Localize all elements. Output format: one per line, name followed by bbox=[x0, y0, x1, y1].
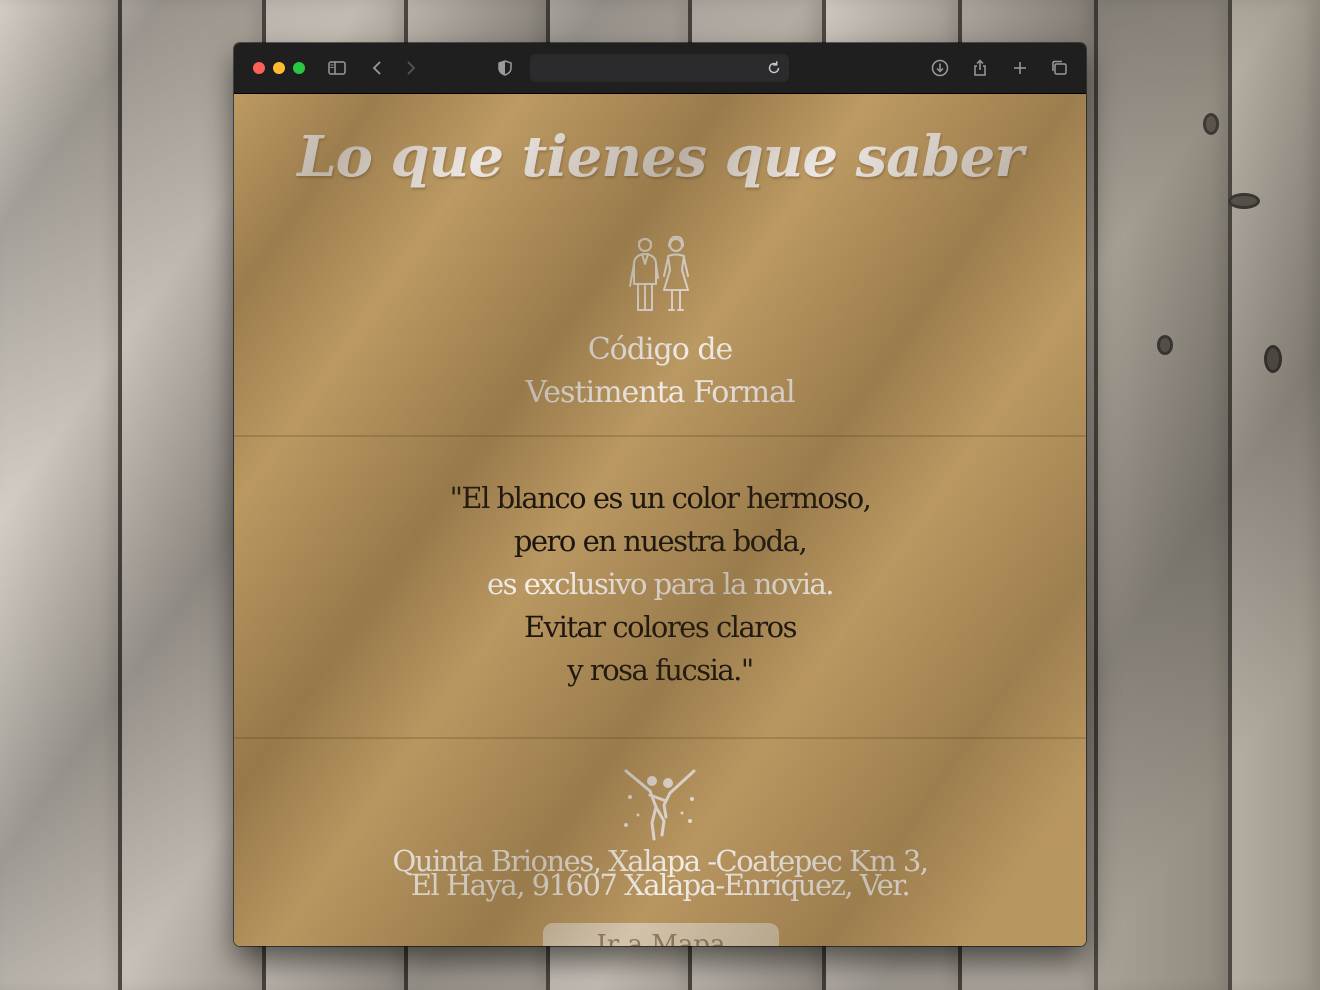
venue-address: Quinta Briones, Xalapa -Coatepec Km 3, E… bbox=[234, 847, 1086, 902]
quote-section: "El blanco es un color hermoso, pero en … bbox=[234, 435, 1086, 739]
dress-code-section: Lo que tienes que saber Código de Vestim… bbox=[234, 94, 1086, 434]
quote-highlight-line: es exclusivo para la novia. bbox=[486, 567, 835, 601]
dress-code-title: Código de Vestimenta Formal bbox=[234, 328, 1086, 414]
quote-line: "El blanco es un color hermoso, bbox=[449, 481, 872, 515]
quote-line: pero en nuestra boda, bbox=[513, 524, 808, 558]
quote-line: y rosa fucsia." bbox=[567, 653, 754, 687]
address-bar[interactable] bbox=[530, 54, 789, 82]
wood-plank bbox=[1098, 0, 1232, 990]
shield-icon[interactable] bbox=[492, 55, 518, 81]
browser-toolbar bbox=[234, 43, 1086, 94]
couple-icon bbox=[629, 235, 689, 311]
back-icon[interactable] bbox=[365, 55, 391, 81]
tabs-overview-icon[interactable] bbox=[1046, 55, 1072, 81]
dress-code-quote: "El blanco es un color hermoso, pero en … bbox=[234, 477, 1086, 692]
dancing-couple-icon bbox=[624, 769, 696, 841]
close-window-button[interactable] bbox=[253, 62, 265, 74]
wood-plank bbox=[1232, 0, 1320, 990]
address-line2: El Haya, 91607 Xalapa-Enríquez, Ver. bbox=[410, 868, 911, 902]
page-content: Lo que tienes que saber Código de Vestim… bbox=[234, 94, 1086, 946]
page-title: Lo que tienes que saber bbox=[297, 124, 1023, 190]
map-button[interactable]: Ir a Mapa bbox=[543, 923, 779, 946]
wood-plank bbox=[0, 0, 122, 990]
forward-icon[interactable] bbox=[397, 55, 423, 81]
share-icon[interactable] bbox=[967, 55, 993, 81]
minimize-window-button[interactable] bbox=[273, 62, 285, 74]
quote-line: Evitar colores claros bbox=[524, 610, 797, 644]
reload-icon[interactable] bbox=[765, 59, 783, 77]
new-tab-icon[interactable] bbox=[1007, 55, 1033, 81]
wood-knot bbox=[1203, 113, 1219, 135]
dress-code-line2: Vestimenta Formal bbox=[525, 375, 795, 410]
venue-section: Quinta Briones, Xalapa -Coatepec Km 3, E… bbox=[234, 737, 1086, 946]
wood-knot bbox=[1228, 193, 1260, 209]
wood-knot bbox=[1157, 335, 1173, 355]
download-icon[interactable] bbox=[927, 55, 953, 81]
sidebar-icon[interactable] bbox=[324, 55, 350, 81]
wood-knot bbox=[1264, 345, 1282, 373]
dress-code-line1: Código de bbox=[587, 332, 734, 367]
zoom-window-button[interactable] bbox=[293, 62, 305, 74]
browser-window: Lo que tienes que saber Código de Vestim… bbox=[234, 43, 1086, 946]
